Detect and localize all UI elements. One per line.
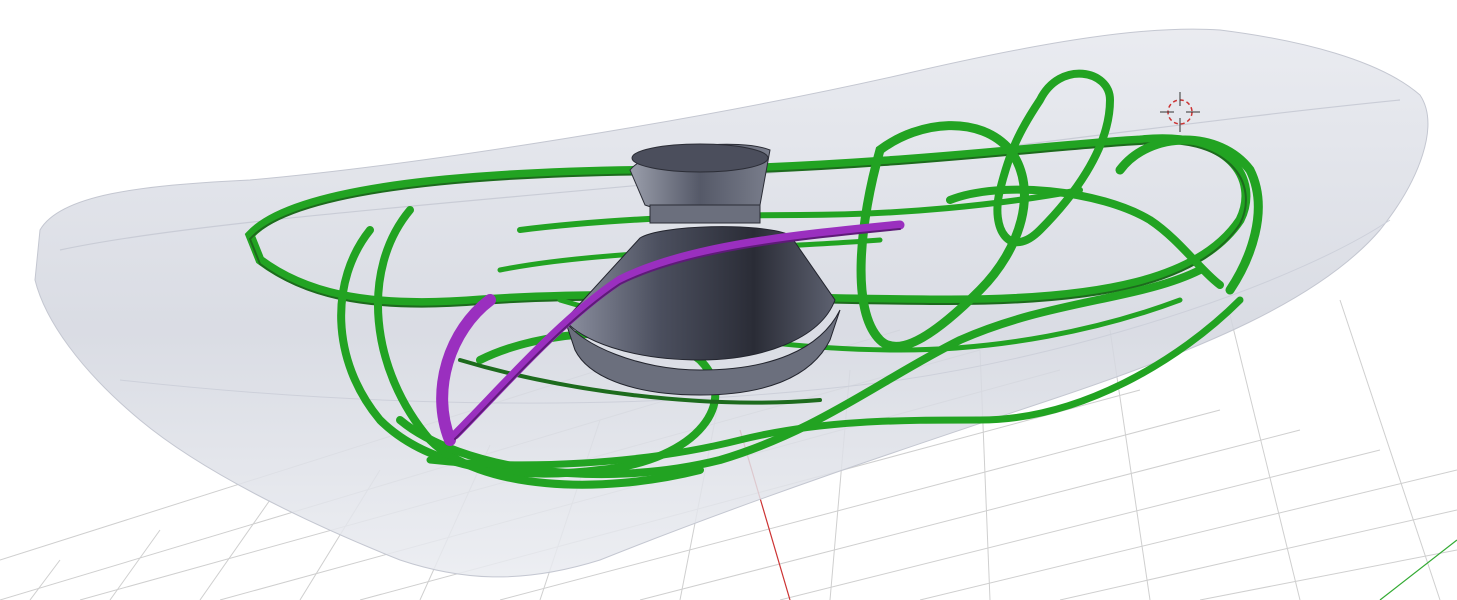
scene-canvas[interactable] <box>0 0 1457 600</box>
3d-viewport[interactable] <box>0 0 1457 600</box>
y-axis-line <box>1379 539 1457 600</box>
